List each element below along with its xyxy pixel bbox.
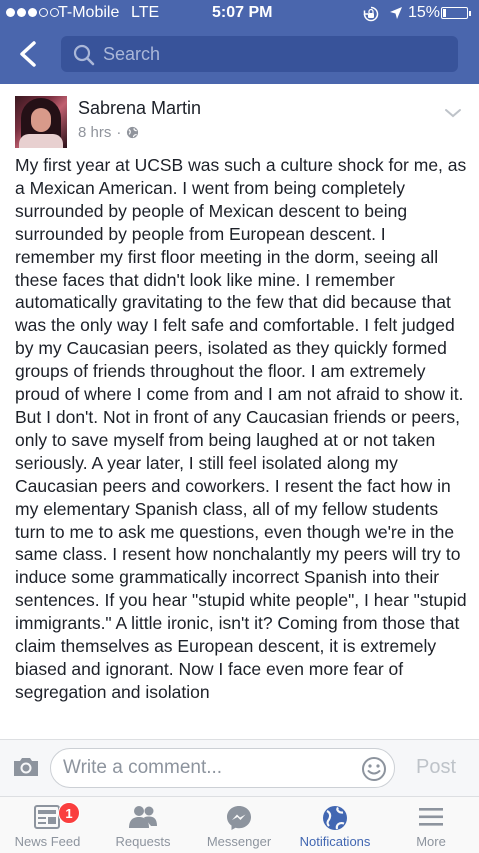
tab-more[interactable]: More: [383, 797, 479, 853]
tab-messenger[interactable]: Messenger: [191, 797, 287, 853]
tab-label: Messenger: [206, 834, 272, 849]
rotation-lock-icon: [363, 6, 379, 22]
battery-percentage: 15%: [408, 4, 441, 21]
camera-icon[interactable]: [12, 756, 40, 778]
comment-box[interactable]: [50, 748, 395, 788]
post-body: My first year at UCSB was such a culture…: [15, 154, 467, 740]
tab-news-feed[interactable]: 1 News Feed: [0, 797, 95, 853]
signal-strength-icon: [6, 8, 59, 17]
tab-label: Notifications: [299, 834, 371, 849]
search-icon: [73, 44, 95, 66]
status-bar: T-Mobile LTE 5:07 PM 15%: [0, 0, 479, 26]
status-time: 5:07 PM: [212, 4, 273, 21]
post-comment-button[interactable]: Post: [416, 756, 456, 779]
back-arrow-icon[interactable]: [17, 40, 39, 68]
post-author-name[interactable]: Sabrena Martin: [78, 98, 201, 119]
top-navigation-bar: T-Mobile LTE 5:07 PM 15%: [0, 0, 479, 84]
avatar[interactable]: [15, 96, 67, 148]
network-type: LTE: [131, 4, 160, 21]
search-bar[interactable]: [61, 36, 458, 72]
post-text: My first year at UCSB was such a culture…: [15, 155, 467, 702]
chevron-down-icon[interactable]: [443, 106, 463, 120]
messenger-icon: [227, 806, 251, 830]
smiley-icon[interactable]: [361, 756, 387, 782]
tab-label: News Feed: [14, 834, 81, 849]
news-feed-icon: [34, 805, 60, 829]
meta-separator: ·: [116, 124, 122, 141]
comment-composer: Post: [0, 739, 479, 797]
tab-label: Requests: [115, 834, 171, 849]
globe-icon: [323, 806, 347, 830]
search-input[interactable]: [103, 36, 443, 72]
globe-icon: [127, 126, 139, 139]
friend-requests-icon: [129, 806, 157, 828]
post-timestamp[interactable]: 8 hrs: [78, 124, 111, 141]
tab-label: More: [416, 834, 446, 849]
location-arrow-icon: [390, 7, 402, 19]
tab-notifications[interactable]: Notifications: [287, 797, 383, 853]
comment-input[interactable]: [63, 749, 343, 787]
battery-icon: [441, 7, 471, 19]
menu-icon: [419, 808, 443, 826]
tab-requests[interactable]: Requests: [95, 797, 191, 853]
post-header: Sabrena Martin 8 hrs ·: [0, 84, 479, 154]
carrier-name: T-Mobile: [58, 4, 120, 21]
notification-badge: 1: [58, 802, 80, 824]
bottom-tab-bar: 1 News Feed Requests Messenger Notificat…: [0, 796, 479, 853]
post-meta: 8 hrs ·: [78, 124, 139, 141]
